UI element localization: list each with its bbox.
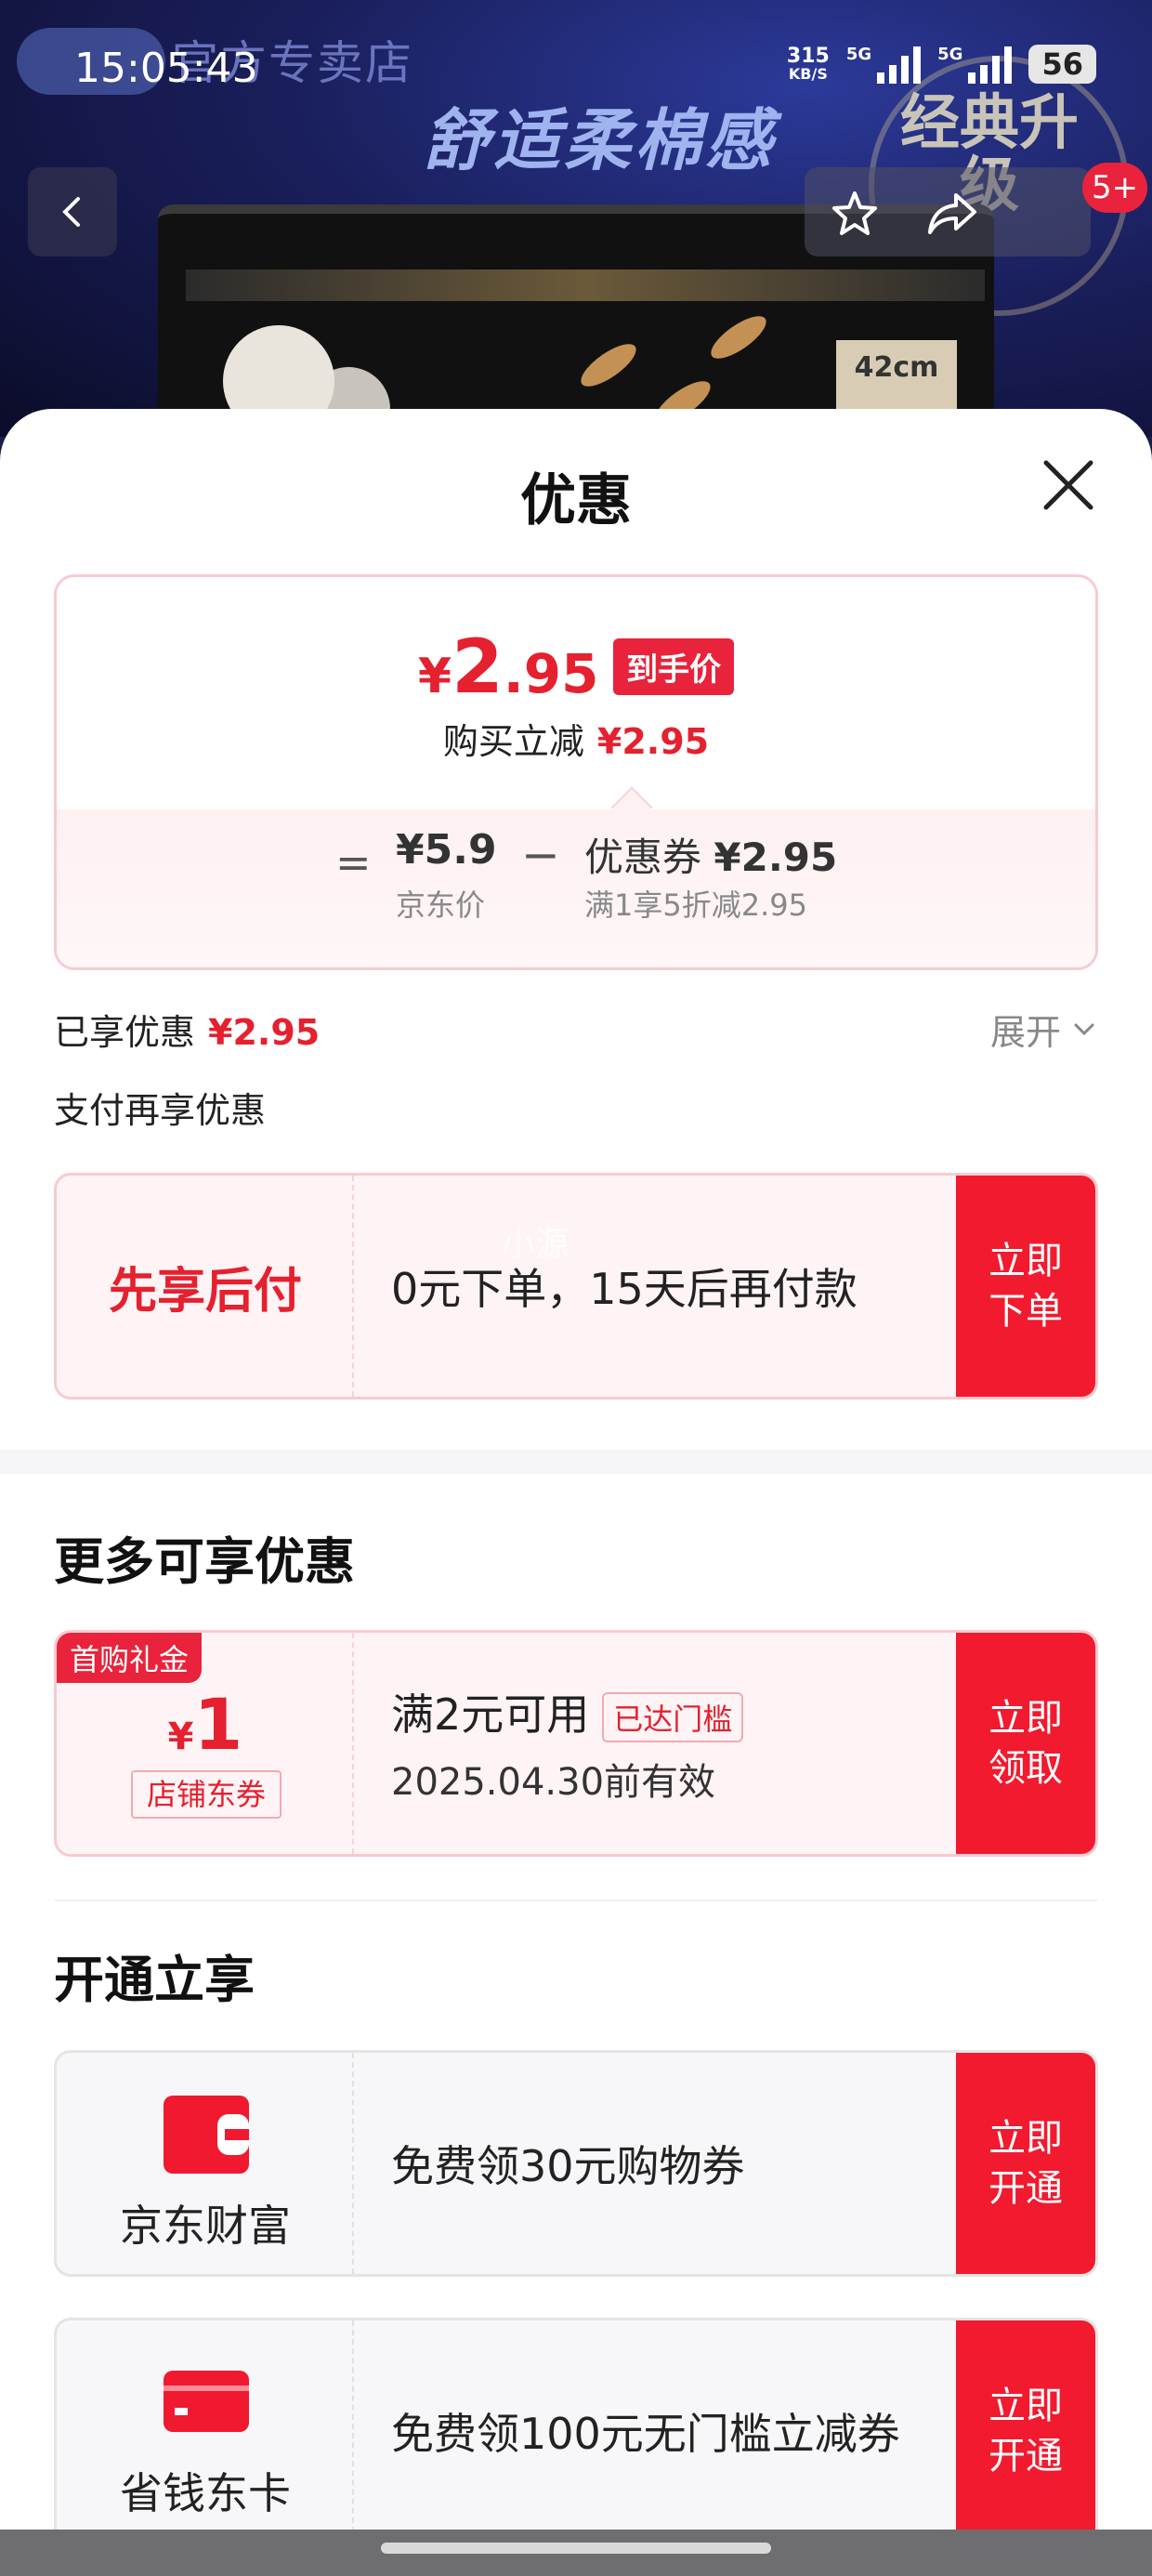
close-icon [1043, 460, 1093, 510]
claim-coupon-button[interactable]: 立即 领取 [956, 1633, 1095, 1854]
chevron-left-icon [62, 197, 80, 227]
network-type-1: 5G [845, 45, 872, 64]
chevron-down-icon [1074, 1023, 1094, 1035]
net-speed: 315 KB/S [787, 46, 830, 82]
minus-sign: − [521, 828, 560, 882]
share-button[interactable] [915, 177, 989, 251]
price-breakdown-card: ¥2.95 到手价 购买立减 ¥2.95 = ¥5.9 京东价 − 优惠券 ¥2.… [54, 574, 1098, 970]
coupon-rule: 满1享5折减2.95 [584, 887, 807, 923]
coupon-ribbon: 首购礼金 [57, 1633, 203, 1683]
coupon-amount-value: 1 [193, 1683, 243, 1766]
enjoyed-label: 已享优惠 [54, 1012, 196, 1053]
coupon-validity: 2025.04.30前有效 [391, 1761, 716, 1805]
service-name: 省钱东卡 [120, 2468, 291, 2518]
enjoyed-value: ¥2.95 [208, 1012, 321, 1053]
jd-wealth-icon [164, 2096, 249, 2174]
service-name: 京东财富 [120, 2201, 291, 2251]
watermark-text: 小源 [502, 1226, 569, 1264]
banner-slogan: 舒适柔棉感 [423, 101, 777, 179]
final-price: ¥2.95 到手价 [57, 624, 1095, 710]
jd-price-label: 京东价 [396, 887, 486, 923]
net-speed-unit: KB/S [788, 65, 828, 83]
bnpl-desc: 0元下单，15天后再付款 [391, 1264, 857, 1314]
jd-price: ¥5.9 [396, 826, 497, 874]
discount-sheet: 优惠 ¥2.95 到手价 购买立减 ¥2.95 = ¥5.9 京东价 − 优惠券 … [0, 409, 1152, 2576]
coupon-discount: 优惠券 ¥2.95 [584, 826, 837, 883]
service-desc: 免费领100元无门槛立减券 [391, 2409, 900, 2459]
open-service-button[interactable]: 立即 开通 [956, 2053, 1095, 2274]
equals-sign: = [335, 837, 372, 887]
close-button[interactable] [1039, 455, 1098, 515]
list-divider [54, 1899, 1098, 1901]
final-price-currency: ¥ [417, 649, 452, 704]
back-button[interactable] [28, 167, 117, 256]
signal-icon [877, 45, 922, 84]
status-icons: 315 KB/S 5G 5G 56 [787, 45, 1096, 84]
signal-icon [968, 45, 1013, 84]
home-indicator[interactable] [381, 2543, 771, 2554]
open-enjoy-title: 开通立享 [54, 1951, 255, 2009]
star-icon [832, 191, 877, 235]
section-divider [0, 1450, 1152, 1474]
enjoyed-discount: 已享优惠 ¥2.95 [54, 1004, 320, 1055]
final-price-integer: 2 [452, 624, 504, 710]
bnpl-title: 先享后付 [108, 1263, 302, 1320]
store-coupon-card: 首购礼金 ¥1 店铺东券 满2元可用 已达门槛 2025.04.30前有效 立即 … [54, 1630, 1098, 1857]
sheet-title: 优惠 [520, 468, 632, 533]
more-badge[interactable]: 5+ [1082, 163, 1148, 213]
coupon-value: ¥2.95 [713, 835, 838, 880]
bnpl-card: 先享后付 0元下单，15天后再付款 立即 下单 [54, 1173, 1098, 1400]
expand-button[interactable]: 展开 [990, 1004, 1098, 1055]
final-price-tag: 到手价 [613, 638, 735, 695]
instant-cut: 购买立减 ¥2.95 [57, 713, 1095, 764]
expand-label: 展开 [989, 1012, 1061, 1053]
card-icon [164, 2371, 249, 2432]
service-desc: 免费领30元购物券 [391, 2141, 745, 2191]
pay-more-label: 支付再享优惠 [54, 1090, 267, 1131]
final-price-decimal: .95 [503, 642, 599, 705]
instant-cut-label: 购买立减 [442, 721, 584, 762]
share-icon [928, 193, 976, 234]
package-strip [186, 269, 985, 301]
status-time: 15:05:43 [74, 45, 258, 92]
battery-level: 56 [1028, 45, 1096, 84]
coupon-amount: ¥1 [57, 1683, 354, 1766]
coupon-label: 优惠券 [584, 835, 702, 880]
coupon-condition: 满2元可用 [391, 1689, 590, 1740]
order-now-button[interactable]: 立即 下单 [956, 1176, 1095, 1397]
service-card-jd-wealth: 京东财富 免费领30元购物券 立即 开通 [54, 2050, 1098, 2277]
coupon-status-badge: 已达门槛 [602, 1692, 744, 1743]
coupon-type: 店铺东券 [131, 1770, 281, 1819]
coupon-currency: ¥ [167, 1715, 194, 1758]
favorite-button[interactable] [818, 177, 892, 251]
net-speed-value: 315 [786, 45, 830, 68]
open-service-button[interactable]: 立即 开通 [956, 2320, 1095, 2542]
instant-cut-value: ¥2.95 [596, 721, 710, 762]
more-offers-title: 更多可享优惠 [54, 1532, 355, 1591]
network-type-2: 5G [937, 45, 963, 64]
service-card-savings-card: 省钱东卡 免费领100元无门槛立减券 立即 开通 [54, 2318, 1098, 2544]
